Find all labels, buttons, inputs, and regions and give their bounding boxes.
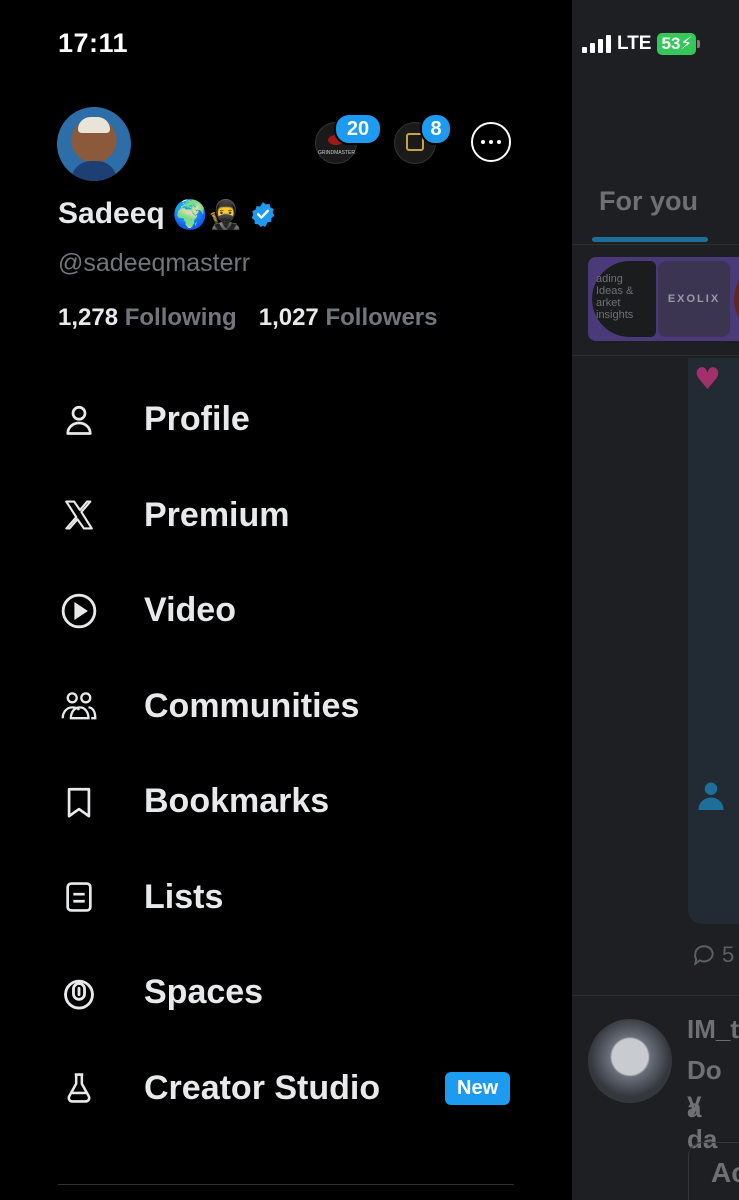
menu-label: Communities bbox=[144, 686, 360, 725]
list-icon bbox=[60, 878, 98, 916]
promo-card bbox=[734, 267, 739, 331]
play-icon bbox=[60, 592, 98, 630]
menu-label: Video bbox=[144, 591, 236, 630]
promo-text: ading Ideas & bbox=[596, 273, 634, 297]
menu-item-communities[interactable]: Communities bbox=[0, 659, 572, 755]
name-emojis: 🌍🥷 bbox=[172, 197, 243, 231]
verified-badge-icon bbox=[252, 202, 275, 227]
x-logo-icon bbox=[60, 496, 98, 534]
bookmark-icon bbox=[60, 783, 98, 821]
person-icon bbox=[698, 782, 724, 810]
battery-level: 53⚡ bbox=[657, 33, 697, 55]
menu-item-lists[interactable]: Lists bbox=[0, 850, 572, 946]
tab-divider bbox=[572, 244, 739, 245]
menu-divider bbox=[58, 1184, 514, 1185]
notification-count-badge: 20 bbox=[334, 113, 382, 145]
spaces-icon bbox=[60, 974, 98, 1012]
following-count: 1,278 bbox=[58, 304, 119, 331]
signal-icon bbox=[582, 35, 611, 53]
profile-name-row[interactable]: Sadeeq 🌍🥷 bbox=[58, 197, 276, 231]
media-card[interactable] bbox=[688, 358, 739, 924]
feed-divider bbox=[572, 355, 739, 356]
follow-stats: 1,278 Following 1,027 Followers bbox=[58, 304, 437, 332]
comment-icon bbox=[693, 945, 714, 966]
tweet-author-name[interactable]: IM_t bbox=[687, 1014, 739, 1045]
heart-icon: ♥ bbox=[694, 362, 721, 397]
avatar-shirt bbox=[71, 161, 117, 181]
side-drawer: 17:11 GRINDMASTER 20 8 Sadeeq 🌍🥷 @sadeeq… bbox=[0, 0, 572, 1200]
promo-carousel[interactable]: ading Ideas & arket insights EXOLIX bbox=[588, 257, 739, 341]
dot bbox=[481, 140, 485, 144]
promo-text: arket insights bbox=[596, 297, 634, 321]
tab-indicator bbox=[592, 237, 708, 242]
menu-label: Premium bbox=[144, 495, 290, 534]
menu-item-bookmarks[interactable]: Bookmarks bbox=[0, 754, 572, 850]
battery-icon: 53⚡ bbox=[657, 33, 701, 55]
person-icon bbox=[60, 401, 98, 439]
network-type: LTE bbox=[617, 33, 652, 54]
background-timeline[interactable]: For you ading Ideas & arket insights EXOL… bbox=[572, 0, 739, 1200]
battery-tip bbox=[697, 40, 701, 48]
profile-handle: @sadeeqmasterr bbox=[58, 249, 251, 277]
more-options-button[interactable] bbox=[471, 122, 511, 162]
menu-label: Profile bbox=[144, 400, 250, 439]
tweet-author-avatar[interactable] bbox=[588, 1019, 672, 1103]
status-indicators: LTE 53⚡ bbox=[582, 33, 701, 55]
drawer-menu: Profile Premium Video Communities Bookma… bbox=[0, 372, 572, 1136]
status-time: 17:11 bbox=[58, 28, 129, 58]
card-text: Ac bbox=[711, 1157, 739, 1188]
notification-count-badge: 8 bbox=[420, 113, 452, 145]
profile-avatar[interactable] bbox=[57, 107, 131, 181]
followers-label: Followers bbox=[325, 304, 438, 331]
grindmaster-logo-text: GRINDMASTER bbox=[318, 150, 355, 156]
battery-percent: 53 bbox=[661, 34, 681, 53]
tab-for-you[interactable]: For you bbox=[599, 186, 698, 217]
menu-item-profile[interactable]: Profile bbox=[0, 372, 572, 468]
menu-item-premium[interactable]: Premium bbox=[0, 468, 572, 564]
menu-item-spaces[interactable]: Spaces bbox=[0, 945, 572, 1041]
menu-label: Bookmarks bbox=[144, 782, 330, 821]
followers-link[interactable]: 1,027 Followers bbox=[259, 304, 438, 332]
promo-card-exolix: EXOLIX bbox=[658, 261, 730, 337]
menu-label: Lists bbox=[144, 877, 224, 916]
following-label: Following bbox=[124, 304, 237, 331]
menu-item-video[interactable]: Video bbox=[0, 563, 572, 659]
menu-label: Creator Studio bbox=[144, 1068, 381, 1107]
embedded-card[interactable]: Ac bbox=[688, 1142, 739, 1200]
reply-action[interactable]: 5 bbox=[690, 942, 734, 968]
dot bbox=[497, 140, 501, 144]
following-link[interactable]: 1,278 Following bbox=[58, 304, 237, 332]
feed-divider bbox=[572, 995, 739, 996]
followers-count: 1,027 bbox=[258, 304, 319, 331]
promo-card: ading Ideas & arket insights bbox=[592, 261, 656, 337]
profile-name: Sadeeq bbox=[58, 197, 165, 230]
avatar-cap bbox=[78, 117, 110, 133]
dot bbox=[489, 140, 493, 144]
new-badge: New bbox=[445, 1071, 511, 1105]
menu-label: Spaces bbox=[144, 973, 264, 1012]
flask-icon bbox=[60, 1069, 98, 1107]
reply-count: 5 bbox=[722, 942, 735, 967]
menu-item-creator-studio[interactable]: Creator Studio New bbox=[0, 1041, 572, 1137]
people-icon bbox=[60, 687, 98, 725]
